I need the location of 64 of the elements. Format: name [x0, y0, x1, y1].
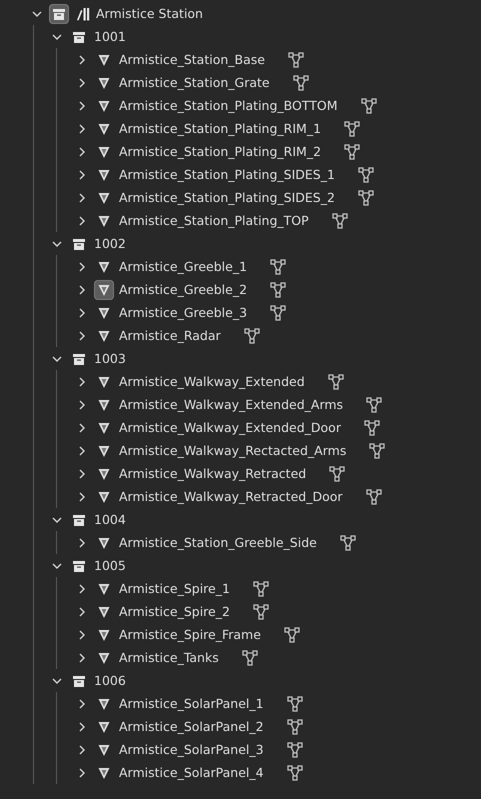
collection-name[interactable]: 1006: [94, 673, 126, 688]
object-name[interactable]: Armistice_Greeble_2: [119, 282, 248, 297]
mesh-data-icon[interactable]: [286, 50, 305, 68]
collection-name[interactable]: 1003: [94, 351, 126, 366]
object-name[interactable]: Armistice_Station_Plating_BOTTOM: [119, 98, 338, 113]
mesh-data-icon[interactable]: [269, 304, 288, 322]
mesh-data-icon[interactable]: [362, 418, 381, 436]
object-name[interactable]: Armistice_Station_Greeble_Side: [119, 535, 317, 550]
object-name[interactable]: Armistice_Spire_1: [119, 581, 230, 596]
mesh-data-icon[interactable]: [286, 694, 304, 712]
mesh-data-icon[interactable]: [286, 764, 304, 782]
object-name[interactable]: Armistice_Station_Plating_RIM_2: [119, 144, 322, 159]
object-name[interactable]: Armistice_Tanks: [119, 650, 219, 665]
mesh-data-icon[interactable]: [356, 188, 375, 206]
object-name[interactable]: Armistice_Station_Plating_SIDES_2: [119, 190, 335, 205]
mesh-data-icon[interactable]: [338, 534, 357, 552]
mesh-data-icon[interactable]: [242, 326, 261, 344]
mesh-data-icon[interactable]: [365, 396, 384, 414]
mesh-data-icon[interactable]: [360, 96, 378, 114]
object-name[interactable]: Armistice_Greeble_1: [119, 259, 248, 274]
object-name[interactable]: Armistice_SolarPanel_2: [119, 719, 264, 734]
mesh-data-icon[interactable]: [252, 602, 270, 620]
object-name[interactable]: Armistice_Walkway_Retracted_Door: [119, 489, 343, 504]
object-name[interactable]: Armistice_Station_Base: [119, 52, 265, 67]
object-name[interactable]: Armistice_Walkway_Retracted: [119, 466, 306, 481]
object-name[interactable]: Armistice_Station_Plating_SIDES_1: [119, 167, 335, 182]
mesh-data-icon[interactable]: [292, 74, 310, 92]
mesh-data-icon[interactable]: [286, 718, 304, 736]
object-name[interactable]: Armistice_Station_Plating_TOP: [119, 213, 309, 228]
mesh-data-icon[interactable]: [240, 648, 259, 666]
mesh-data-icon[interactable]: [286, 740, 304, 758]
object-name[interactable]: Armistice_Station_Grate: [119, 75, 270, 90]
object-name[interactable]: Armistice_Spire_Frame: [119, 627, 261, 642]
mesh-data-icon[interactable]: [343, 142, 362, 160]
object-name[interactable]: Armistice_SolarPanel_3: [119, 742, 264, 757]
object-name[interactable]: Armistice_Spire_2: [119, 604, 230, 619]
scene-collection-name[interactable]: Armistice Station: [96, 6, 203, 21]
object-name[interactable]: Armistice_SolarPanel_4: [119, 765, 264, 780]
object-name[interactable]: Armistice_SolarPanel_1: [119, 696, 264, 711]
mesh-data-icon[interactable]: [328, 464, 346, 482]
collection-name[interactable]: 1002: [94, 236, 126, 251]
mesh-data-icon[interactable]: [326, 372, 345, 390]
object-name[interactable]: Armistice_Greeble_3: [119, 305, 248, 320]
object-name[interactable]: Armistice_Walkway_Extended_Door: [119, 420, 341, 435]
mesh-data-icon[interactable]: [343, 120, 362, 138]
mesh-object-icon[interactable]: [94, 280, 114, 300]
mesh-data-icon[interactable]: [269, 258, 288, 276]
mesh-data-icon[interactable]: [269, 280, 288, 298]
object-name[interactable]: Armistice_Radar: [119, 328, 221, 343]
mesh-data-icon[interactable]: [364, 488, 383, 506]
collection-name[interactable]: 1005: [94, 558, 126, 573]
object-name[interactable]: Armistice_Walkway_Extended_Arms: [119, 397, 344, 412]
mesh-data-icon[interactable]: [368, 442, 386, 460]
object-name[interactable]: Armistice_Station_Plating_RIM_1: [119, 121, 322, 136]
object-name[interactable]: Armistice_Walkway_Rectacted_Arms: [119, 443, 346, 458]
mesh-data-icon[interactable]: [252, 580, 270, 598]
collection-icon[interactable]: [49, 4, 69, 24]
collection-name[interactable]: 1004: [94, 512, 126, 527]
mesh-data-icon[interactable]: [330, 212, 349, 230]
mesh-data-icon[interactable]: [282, 626, 301, 644]
collection-name[interactable]: 1001: [94, 29, 126, 44]
mesh-data-icon[interactable]: [356, 166, 375, 184]
object-name[interactable]: Armistice_Walkway_Extended: [119, 374, 305, 389]
books-icon: [75, 6, 91, 22]
